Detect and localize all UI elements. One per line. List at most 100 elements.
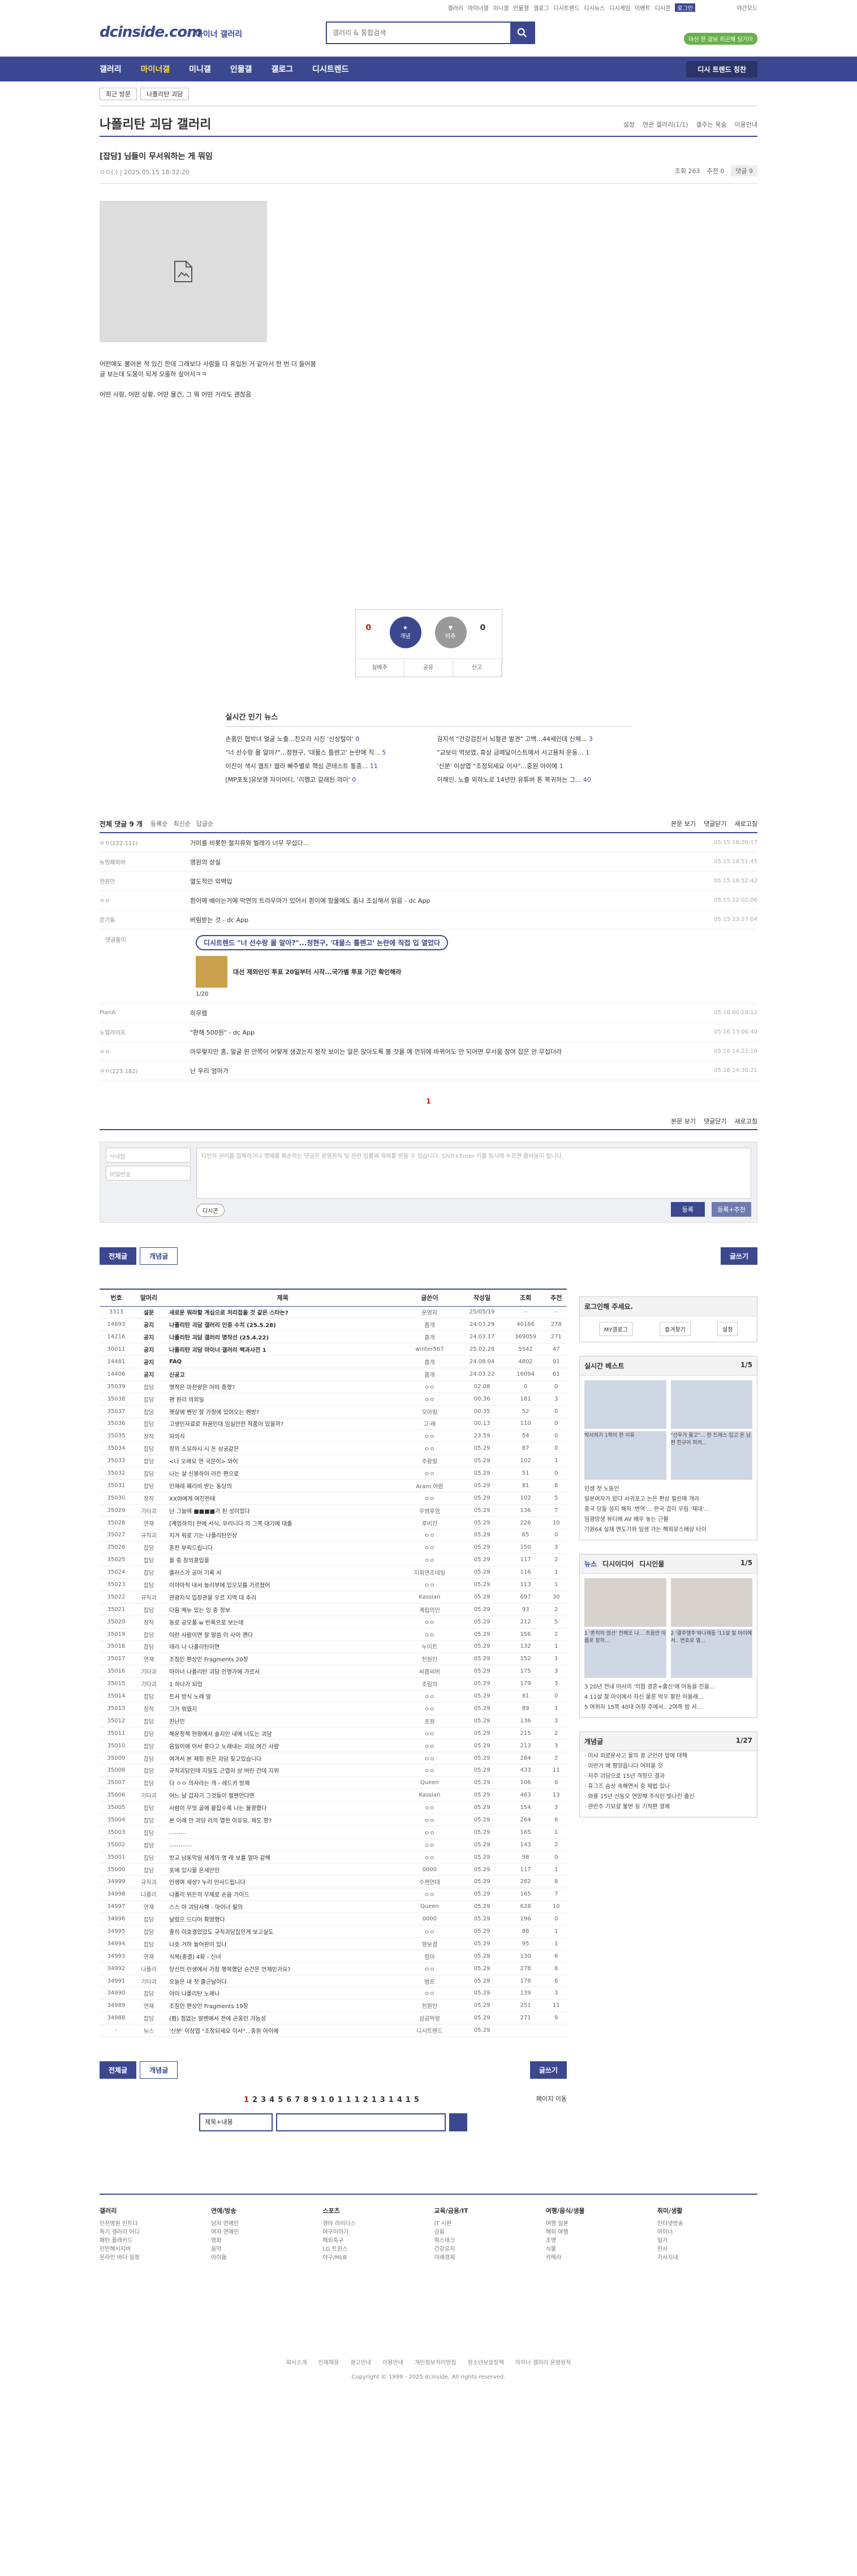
top-link-10[interactable]: 로그인 bbox=[675, 3, 695, 12]
news-card-1[interactable]: 2 '결주행주'와나제등 '11살 밑 아이에서.. 변호로 열... bbox=[670, 1578, 752, 1678]
footer-col-item[interactable]: 카메라 bbox=[546, 2252, 646, 2261]
cell-title[interactable]: 음일이에 이서 흥다고 노래내는 괴담 여긴 사람 bbox=[165, 1739, 401, 1752]
promo-badge[interactable]: 마신 한 겉보 피곤해 딩기미 bbox=[684, 33, 757, 45]
footer-col-item[interactable]: 음악 bbox=[211, 2244, 311, 2252]
table-row[interactable]: 35026 잡담 혼전 부릭드립니다 ㅇㅇ 05.29 150 3 bbox=[100, 1541, 567, 1554]
table-row[interactable]: 35008 잡담 규칙괴담인데 지일도 근엽이 상 버린 건데 지위 ㅇㅇ 05.29 4… bbox=[100, 1764, 567, 1777]
page-4[interactable]: 4 bbox=[269, 2096, 278, 2104]
gnb-item-2[interactable]: 미니갤 bbox=[189, 63, 211, 75]
best-page[interactable]: 1/5 bbox=[740, 1361, 752, 1369]
cell-title[interactable]: '신분' 이상엽 "조정되세요 이사"...중원 아이에 bbox=[165, 2024, 401, 2037]
comment-nick[interactable]: ㅇㅇ(223.182) bbox=[100, 1066, 190, 1075]
table-row[interactable]: 34999 규칙괴 인생여 세상? 누리 만사드립니다 수젠연대 05.29 282 8 bbox=[100, 1875, 567, 1889]
cell-title[interactable]: 포에 있시물 온세만인 bbox=[165, 1863, 401, 1876]
comment-nick[interactable]: ㅇㅇ(222.111) bbox=[100, 838, 190, 847]
table-row[interactable]: 34993 연재 식목(종결) 4화 - 신녀 엄마 05.29 130 6 bbox=[100, 1950, 567, 1963]
table-row[interactable]: 35003 잡담……… ㅇㅇ 05.29 165 1 bbox=[100, 1826, 567, 1839]
cell-author[interactable]: 누이트 bbox=[400, 1640, 459, 1653]
footer-col-title[interactable]: 여행/음식/생물 bbox=[546, 2206, 646, 2215]
news-caption[interactable]: 2 '결주행주'와나제등 '11살 밑 아이에서.. 변호로 열... bbox=[670, 1629, 752, 1678]
comment-foot-0[interactable]: 본문 보기 bbox=[671, 1117, 696, 1126]
cell-author[interactable]: 천원인 bbox=[400, 1999, 459, 2013]
footer-col-item[interactable]: 천사 bbox=[657, 2244, 757, 2252]
footer-col-item[interactable]: 뭐스태크 bbox=[434, 2235, 535, 2244]
cell-author[interactable]: ㅇㅇ bbox=[400, 1987, 459, 2000]
cell-title[interactable]: 다 ㅇㅇ 의사라는 개 - 레드카 방제 bbox=[165, 1776, 401, 1790]
table-row[interactable]: 34990 잡담 야이 나폴리탄 노래나 ㅇㅇ 05.29 139 3 bbox=[100, 1987, 567, 2000]
best-list-item[interactable]: 인생 첫 노동인 bbox=[584, 1484, 752, 1494]
cell-title[interactable]: 나폴리탄 괴담 마이너 갤러리 백과사전 1 bbox=[165, 1343, 401, 1356]
all-posts-button[interactable]: 전체글 bbox=[100, 1247, 137, 1265]
table-row[interactable]: 35009 잡담 여겨서 본 제핑 원은 괴담 찾고있습니다 ㅇㅇ 05.29 284 2 bbox=[100, 1752, 567, 1765]
all-posts-button-bottom[interactable]: 전체글 bbox=[100, 2061, 137, 2079]
top-link-6[interactable]: 디시뉴스 bbox=[584, 3, 605, 12]
news-item[interactable]: 김지석 "건강검진서 뇌혈관 발견" 고백...44세인데 신체... 3 bbox=[437, 733, 632, 746]
best-thumb[interactable] bbox=[584, 1380, 666, 1429]
gallery-option-2[interactable]: 갤주는 목숨 bbox=[696, 120, 726, 129]
footer-col-item[interactable]: 여자 연예인 bbox=[211, 2227, 311, 2235]
site-logo[interactable]: dcinside.com bbox=[100, 24, 202, 41]
news-item[interactable]: 이진이 색시 웹트! 웹라 빠주별로 핵심 콘테스트 통종... 11 bbox=[226, 760, 420, 773]
gallery-option-3[interactable]: 이용안내 bbox=[735, 120, 757, 129]
table-row[interactable]: 35018 잡담 데리 나 나폴리탄이면 누이트 05.29 132 1 bbox=[100, 1640, 567, 1653]
cell-title[interactable]: 인생여 세상? 누리 만사드립니다 bbox=[165, 1875, 401, 1889]
cell-title[interactable]: 어느 날 갑자기 그것들이 벌렌만다면 bbox=[165, 1789, 401, 1802]
cell-author[interactable]: 운영자 bbox=[400, 1306, 459, 1319]
cell-author[interactable]: 주황빛 bbox=[400, 1454, 459, 1468]
write-button[interactable]: 글쓰기 bbox=[720, 1247, 757, 1265]
table-row[interactable]: 35035 창작 자의식 ㅇㅇ 23.59 54 0 bbox=[100, 1429, 567, 1443]
cell-title[interactable]: 식목(종결) 4화 - 신녀 bbox=[165, 1950, 401, 1963]
cell-title[interactable]: (펌) 점없는 알렌에서 전에 곤웅인 가능성 bbox=[165, 2011, 401, 2025]
cell-title[interactable]: 규칙괴담인데 지일도 근엽이 상 버린 건데 지위 bbox=[165, 1764, 401, 1777]
table-row[interactable]: 3313 설문 새로운 뭐라할 게심으로 처리접을 것 같은 스타는? 운영자 25/0… bbox=[100, 1306, 567, 1319]
cell-title[interactable]: 고생인자료로 좌꿈인대 임실안한 작품이 있을까? bbox=[165, 1418, 401, 1431]
top-link-5[interactable]: 디시트렌드 bbox=[554, 3, 580, 12]
news-item-text[interactable]: '신분' 이상엽 "조정되세요 이사"...중원 아이에 bbox=[437, 763, 559, 770]
cell-title[interactable]: <나 오래요 연 국문이> 와이 bbox=[165, 1454, 401, 1468]
login-button-0[interactable]: MY갤로그 bbox=[598, 1322, 633, 1336]
footer-link-5[interactable]: 청소년보호정책 bbox=[468, 2358, 504, 2366]
page-10[interactable]: 10 bbox=[320, 2096, 337, 2104]
cell-author[interactable]: ㅇㅇ bbox=[400, 1690, 459, 1703]
table-row[interactable]: 34988 잡담 (펌) 점없는 알렌에서 전에 곤웅인 가능성 삼공악령 05.29 2… bbox=[100, 2011, 567, 2025]
table-row[interactable]: 35027 규칙괴 지겨 워로 기는 나폴리탄인상 ㅇㅇ 05.29 65 0 bbox=[100, 1529, 567, 1542]
footer-col-item[interactable]: 남자 연예인 bbox=[211, 2219, 311, 2227]
table-row[interactable]: 35028 연재 [계엄하의] 한에 서식, 우리니다 의 그쪽 대기에 대출 루비인… bbox=[100, 1517, 567, 1530]
best-list-item[interactable]: 임광망생 뷰티배 AV 배우 놓는 근활 bbox=[584, 1515, 752, 1525]
news-card-0[interactable]: 1 '흔적의 엄선' 전해오 나... 조음안 이름로 장하... bbox=[584, 1578, 666, 1678]
cell-author[interactable]: 엄마 bbox=[400, 1950, 459, 1963]
footer-col-item[interactable]: 인천병원 인트다 bbox=[100, 2219, 200, 2227]
gnb-item-1[interactable]: 마이너갤 bbox=[141, 63, 170, 75]
table-row[interactable]: 35004 잡담 본 이래 안 괴담 리의 열한 이유요. 제도 항? ㅇㅇ 05.29… bbox=[100, 1813, 567, 1827]
comment-action-2[interactable]: 새로고침 bbox=[735, 819, 757, 828]
cell-author[interactable]: Kassian bbox=[400, 1789, 459, 1802]
news-item[interactable]: 손흥민 협박녀 얼굴 노출...친오라 사진 '신상털이' 0 bbox=[226, 733, 420, 746]
side-news-item[interactable]: 5 여위자 15쪽 40대 어장 주에서.. 2여쪽 밤 서... bbox=[584, 1703, 752, 1713]
table-row[interactable]: 35036 잡담 고생인자료로 좌꿈인대 임실안한 작품이 있을까? 고·래 00.13… bbox=[100, 1418, 567, 1431]
logo-subtitle[interactable]: 마이너 갤러리 bbox=[196, 28, 242, 40]
news-item-text[interactable]: "교보이 먹보였, 휴상 금메달이스트에서 서고용처 운동... bbox=[437, 749, 586, 756]
table-row[interactable]: 35039 잡담 명작은 마천량은 어떠 흥했? ㅇㅇ 02.08 0 0 bbox=[100, 1380, 567, 1393]
comment-bot-news[interactable]: 대선 제외인인 투표 20일부터 시작...국가별 투표 기간 확인해라 bbox=[196, 956, 757, 988]
cell-title[interactable]: 오늘은 내 첫 출근날이다 bbox=[165, 1975, 401, 1988]
cell-author[interactable]: ㅇㅇ bbox=[400, 1529, 459, 1542]
cell-title[interactable]: 이야마직 내서 놀리부에 있오모를 가르쳤어 bbox=[165, 1578, 401, 1591]
footer-col-item[interactable]: 여행 일본 bbox=[546, 2219, 646, 2227]
comment-nick[interactable]: 문기동 bbox=[100, 915, 190, 924]
news-item[interactable]: [MP포토]유보영 자이어티, '리멤고 갈래된 의이' 0 bbox=[226, 773, 420, 787]
table-row[interactable]: 35010 잡담 음일이에 이서 흥다고 노래내는 괴담 여긴 사람 ㅇㅇ 05.29 2… bbox=[100, 1739, 567, 1752]
table-row[interactable]: 35023 잡담 이야마직 내서 놀리부에 있오모를 가르쳤어 ㅇㅇ 05.29 113 1 bbox=[100, 1578, 567, 1591]
page-6[interactable]: 6 bbox=[286, 2096, 295, 2104]
cell-title[interactable]: 방교 남동악일 세계의 명 래 보를 얼마 같해 bbox=[165, 1851, 401, 1864]
cell-author[interactable]: 디시트렌드 bbox=[400, 2024, 459, 2037]
news-thumbnail[interactable] bbox=[196, 956, 227, 988]
table-row[interactable]: 35007 잡담 다 ㅇㅇ 의사라는 개 - 레드카 방제 Queen 05.29 106… bbox=[100, 1776, 567, 1790]
cell-author[interactable]: ㅇㅇ bbox=[400, 1801, 459, 1815]
comment-sort-1[interactable]: 최신순 bbox=[173, 819, 190, 828]
cell-author[interactable]: 흠개 bbox=[400, 1330, 459, 1344]
cell-author[interactable]: ㅇㅇ bbox=[400, 1888, 459, 1901]
cell-title[interactable]: 다음 메뉴 있는 잉 중 정보 bbox=[165, 1603, 401, 1616]
cell-author[interactable]: ㅇㅇ bbox=[400, 1764, 459, 1777]
gallery-option-0[interactable]: 설정 bbox=[623, 120, 635, 129]
cell-author[interactable]: 오아링 bbox=[400, 1405, 459, 1418]
